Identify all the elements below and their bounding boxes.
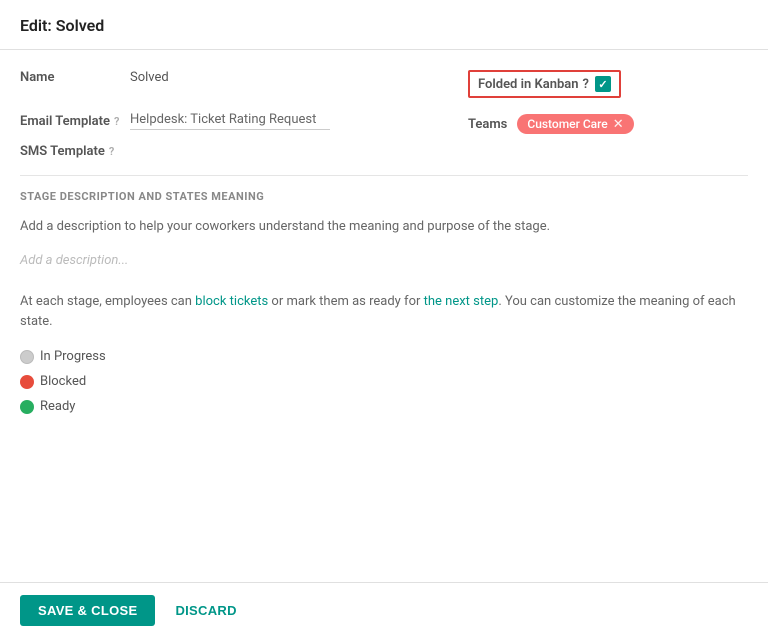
teams-label: Teams [468,117,507,132]
next-step-link[interactable]: the next step [424,294,499,309]
row-email-teams: Email Template ? Helpdesk: Ticket Rating… [20,112,748,144]
sms-template-help-icon[interactable]: ? [109,145,114,158]
folded-kanban-box: Folded in Kanban ? [468,70,621,98]
state-ready: Ready [20,399,748,414]
customer-care-remove-icon[interactable]: ✕ [613,118,624,131]
state-info: At each stage, employees can block ticke… [20,292,748,334]
folded-kanban-field-group: Folded in Kanban ? [468,70,748,98]
customer-care-tag[interactable]: Customer Care ✕ [517,114,633,134]
form-right-teams: Teams Customer Care ✕ [448,112,748,144]
blocked-dot [20,375,34,389]
folded-kanban-help-icon[interactable]: ? [583,77,589,92]
email-template-value[interactable]: Helpdesk: Ticket Rating Request [130,112,330,130]
page-header: Edit: Solved [0,0,768,50]
folded-kanban-checkbox[interactable] [595,76,611,92]
form-divider [20,175,748,176]
form-container: Name Solved Folded in Kanban ? Email Tem [0,50,768,414]
page-title: Edit: Solved [20,16,104,35]
form-right-top: Folded in Kanban ? [448,70,748,112]
customer-care-label: Customer Care [527,117,607,131]
discard-button[interactable]: DISCARD [171,595,240,626]
state-blocked: Blocked [20,374,748,389]
teams-row: Teams Customer Care ✕ [468,114,748,134]
description-hint: Add a description to help your coworkers… [20,217,748,237]
name-value: Solved [130,70,169,85]
save-close-button[interactable]: SAVE & CLOSE [20,595,155,626]
state-in-progress: In Progress [20,349,748,364]
sms-template-field-group: SMS Template ? [20,144,748,159]
ready-dot [20,400,34,414]
section-title: STAGE DESCRIPTION AND STATES MEANING [20,190,748,203]
footer: SAVE & CLOSE DISCARD [0,582,768,638]
email-template-help-icon[interactable]: ? [114,115,119,128]
form-left: Name Solved [20,70,448,112]
description-input[interactable]: Add a description... [20,249,748,272]
name-label: Name [20,70,130,85]
blocked-label: Blocked [40,374,86,389]
stage-description-section: STAGE DESCRIPTION AND STATES MEANING Add… [20,190,748,414]
form-left-email: Email Template ? Helpdesk: Ticket Rating… [20,112,448,144]
ready-label: Ready [40,399,75,414]
row-name-folded: Name Solved Folded in Kanban ? [20,70,748,112]
email-template-label: Email Template ? [20,114,130,129]
block-tickets-link[interactable]: block tickets [195,294,268,309]
in-progress-label: In Progress [40,349,106,364]
in-progress-dot [20,350,34,364]
name-field-group: Name Solved [20,70,448,85]
sms-template-label: SMS Template ? [20,144,130,159]
folded-kanban-label: Folded in Kanban ? [478,77,589,92]
email-template-field-group: Email Template ? Helpdesk: Ticket Rating… [20,112,448,130]
